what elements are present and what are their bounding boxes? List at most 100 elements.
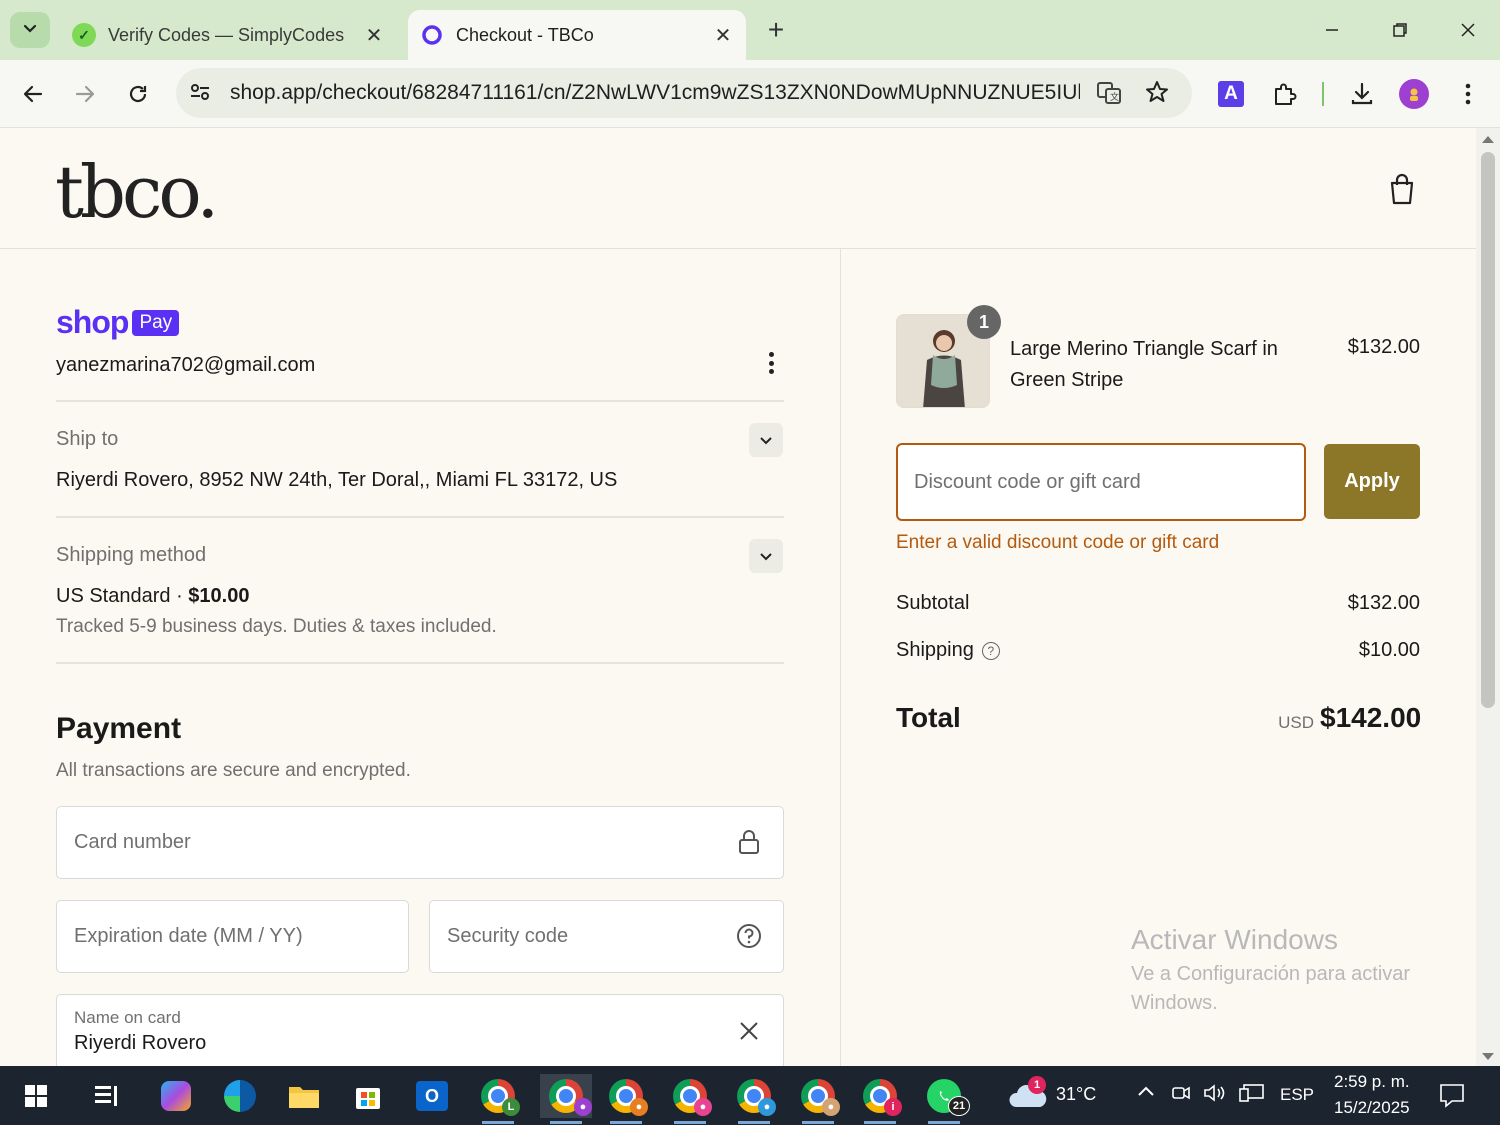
weather-cloud-icon[interactable]: 1 <box>1006 1074 1050 1118</box>
chevron-down-icon <box>22 20 38 41</box>
chrome-profile-icon[interactable]: ● <box>604 1074 648 1124</box>
browser-toolbar: shop.app/checkout/68284711161/cn/Z2NwLWV… <box>0 60 1500 128</box>
store-logo[interactable]: tbco. <box>55 150 219 234</box>
file-explorer-icon[interactable] <box>282 1074 326 1118</box>
tab-search-button[interactable] <box>10 12 50 48</box>
tab-title: Verify Codes — SimplyCodes <box>108 24 345 45</box>
chrome-profile-icon[interactable]: ● <box>796 1074 840 1124</box>
more-options-icon[interactable] <box>760 348 782 378</box>
payment-heading: Payment <box>56 712 182 745</box>
bookmark-star-icon[interactable] <box>1144 79 1170 110</box>
separator: · <box>170 585 189 607</box>
product-price: $132.00 <box>1347 336 1420 358</box>
shipping-label: Shipping <box>896 639 974 661</box>
discount-code-input[interactable]: Discount code or gift card <box>896 443 1306 521</box>
discount-code-placeholder: Discount code or gift card <box>914 471 1141 493</box>
currency-code: USD <box>1278 713 1314 732</box>
close-tab-icon[interactable]: ✕ <box>708 23 738 48</box>
start-button[interactable] <box>14 1074 58 1118</box>
restore-button[interactable] <box>1380 12 1420 48</box>
card-number-field[interactable]: Card number <box>56 806 784 879</box>
header-divider <box>0 248 1476 249</box>
account-email: yanezmarina702@gmail.com <box>56 354 316 376</box>
chrome-profile-icon[interactable]: ● <box>732 1074 776 1124</box>
expiration-date-placeholder: Expiration date (MM / YY) <box>74 925 303 947</box>
scrollbar-thumb[interactable] <box>1481 152 1495 708</box>
page-scrollbar[interactable] <box>1476 128 1500 1066</box>
new-tab-button[interactable]: + <box>760 14 792 46</box>
shop-pay-logo: shop Pay <box>56 304 180 341</box>
whatsapp-icon[interactable]: 21 <box>922 1074 970 1124</box>
weather-badge: 1 <box>1028 1076 1046 1094</box>
ship-to-toggle[interactable] <box>749 423 783 457</box>
shipping-method-value: US Standard · $10.00 <box>56 585 249 608</box>
url-text: shop.app/checkout/68284711161/cn/Z2NwLWV… <box>230 81 1080 104</box>
address-bar[interactable]: shop.app/checkout/68284711161/cn/Z2NwLWV… <box>176 68 1192 118</box>
tab-simplycodes[interactable]: ✓ Verify Codes — SimplyCodes ✕ <box>62 10 397 60</box>
shipping-method-toggle[interactable] <box>749 539 783 573</box>
input-language[interactable]: ESP <box>1280 1085 1314 1105</box>
chrome-profile-icon[interactable]: ● <box>668 1074 712 1124</box>
chrome-profile-icon[interactable]: i <box>858 1074 902 1124</box>
download-icon[interactable] <box>1346 78 1378 110</box>
notifications-icon[interactable] <box>1438 1082 1466 1113</box>
copilot-icon[interactable] <box>154 1074 198 1118</box>
help-circle-icon[interactable]: ? <box>981 641 1000 660</box>
section-divider <box>56 400 784 402</box>
simplycodes-icon: ✓ <box>72 23 96 47</box>
ship-to-label: Ship to <box>56 428 119 450</box>
ship-to-address: Riyerdi Rovero, 8952 NW 24th, Ter Doral,… <box>56 469 618 491</box>
tab-strip: ✓ Verify Codes — SimplyCodes ✕ Checkout … <box>0 0 1500 60</box>
outlook-icon[interactable]: O <box>410 1074 454 1118</box>
watermark-title: Activar Windows <box>1131 924 1338 955</box>
back-button[interactable] <box>13 74 53 114</box>
edge-icon[interactable] <box>218 1074 262 1118</box>
meet-now-icon[interactable] <box>1170 1082 1192 1109</box>
task-view-icon[interactable] <box>84 1074 128 1118</box>
expiration-date-field[interactable]: Expiration date (MM / YY) <box>56 900 409 973</box>
profile-avatar[interactable] <box>1398 78 1430 110</box>
clear-field-icon[interactable] <box>737 1019 761 1048</box>
shop-pay-wordmark: shop <box>56 304 129 340</box>
scroll-up-arrow[interactable] <box>1482 136 1494 143</box>
card-number-placeholder: Card number <box>74 831 191 853</box>
security-code-field[interactable]: Security code <box>429 900 784 973</box>
total-value: $142.00 <box>1320 702 1422 733</box>
tab-checkout[interactable]: Checkout - TBCo ✕ <box>408 10 746 60</box>
reload-button[interactable] <box>118 74 158 114</box>
chrome-active-window-icon[interactable]: ● <box>540 1074 592 1124</box>
lock-icon <box>737 829 761 860</box>
forward-button[interactable] <box>65 74 105 114</box>
name-on-card-field[interactable]: Name on card Riyerdi Rovero <box>56 994 784 1066</box>
product-name: Large Merino Triangle Scarf in Green Str… <box>1010 338 1278 391</box>
tab-title: Checkout - TBCo <box>456 24 594 45</box>
translate-icon[interactable]: 文 <box>1096 80 1122 111</box>
security-code-placeholder: Security code <box>447 925 569 947</box>
clock-date[interactable]: 15/2/2025 <box>1334 1098 1410 1118</box>
extension-a-icon[interactable]: A <box>1215 78 1247 110</box>
section-divider <box>56 516 784 518</box>
network-icon[interactable] <box>1238 1082 1266 1109</box>
shop-favicon-icon <box>420 23 444 47</box>
help-circle-icon[interactable] <box>736 923 762 954</box>
temperature[interactable]: 31°C <box>1056 1084 1096 1105</box>
shipping-value: $10.00 <box>1358 639 1420 661</box>
chevron-down-icon <box>760 553 772 561</box>
apply-button[interactable]: Apply <box>1324 444 1420 519</box>
microsoft-store-icon[interactable] <box>346 1074 390 1118</box>
scroll-down-arrow[interactable] <box>1482 1053 1494 1060</box>
close-tab-icon[interactable]: ✕ <box>359 23 389 48</box>
extensions-puzzle-icon[interactable] <box>1268 78 1300 110</box>
clock-time[interactable]: 2:59 p. m. <box>1334 1072 1410 1092</box>
site-info-icon[interactable] <box>188 80 212 109</box>
shipping-method-note: Tracked 5-9 business days. Duties & taxe… <box>56 616 497 637</box>
close-window-button[interactable] <box>1448 12 1488 48</box>
volume-icon[interactable] <box>1202 1082 1228 1109</box>
minimize-button[interactable] <box>1312 12 1352 48</box>
show-hidden-icons-chevron-icon[interactable] <box>1136 1082 1156 1107</box>
name-on-card-label: Name on card <box>74 1008 181 1027</box>
discount-error-message: Enter a valid discount code or gift card <box>896 532 1220 553</box>
chrome-profile-l-icon[interactable]: L <box>476 1074 520 1124</box>
browser-menu-icon[interactable] <box>1452 78 1484 110</box>
cart-bag-icon[interactable] <box>1386 172 1418 211</box>
